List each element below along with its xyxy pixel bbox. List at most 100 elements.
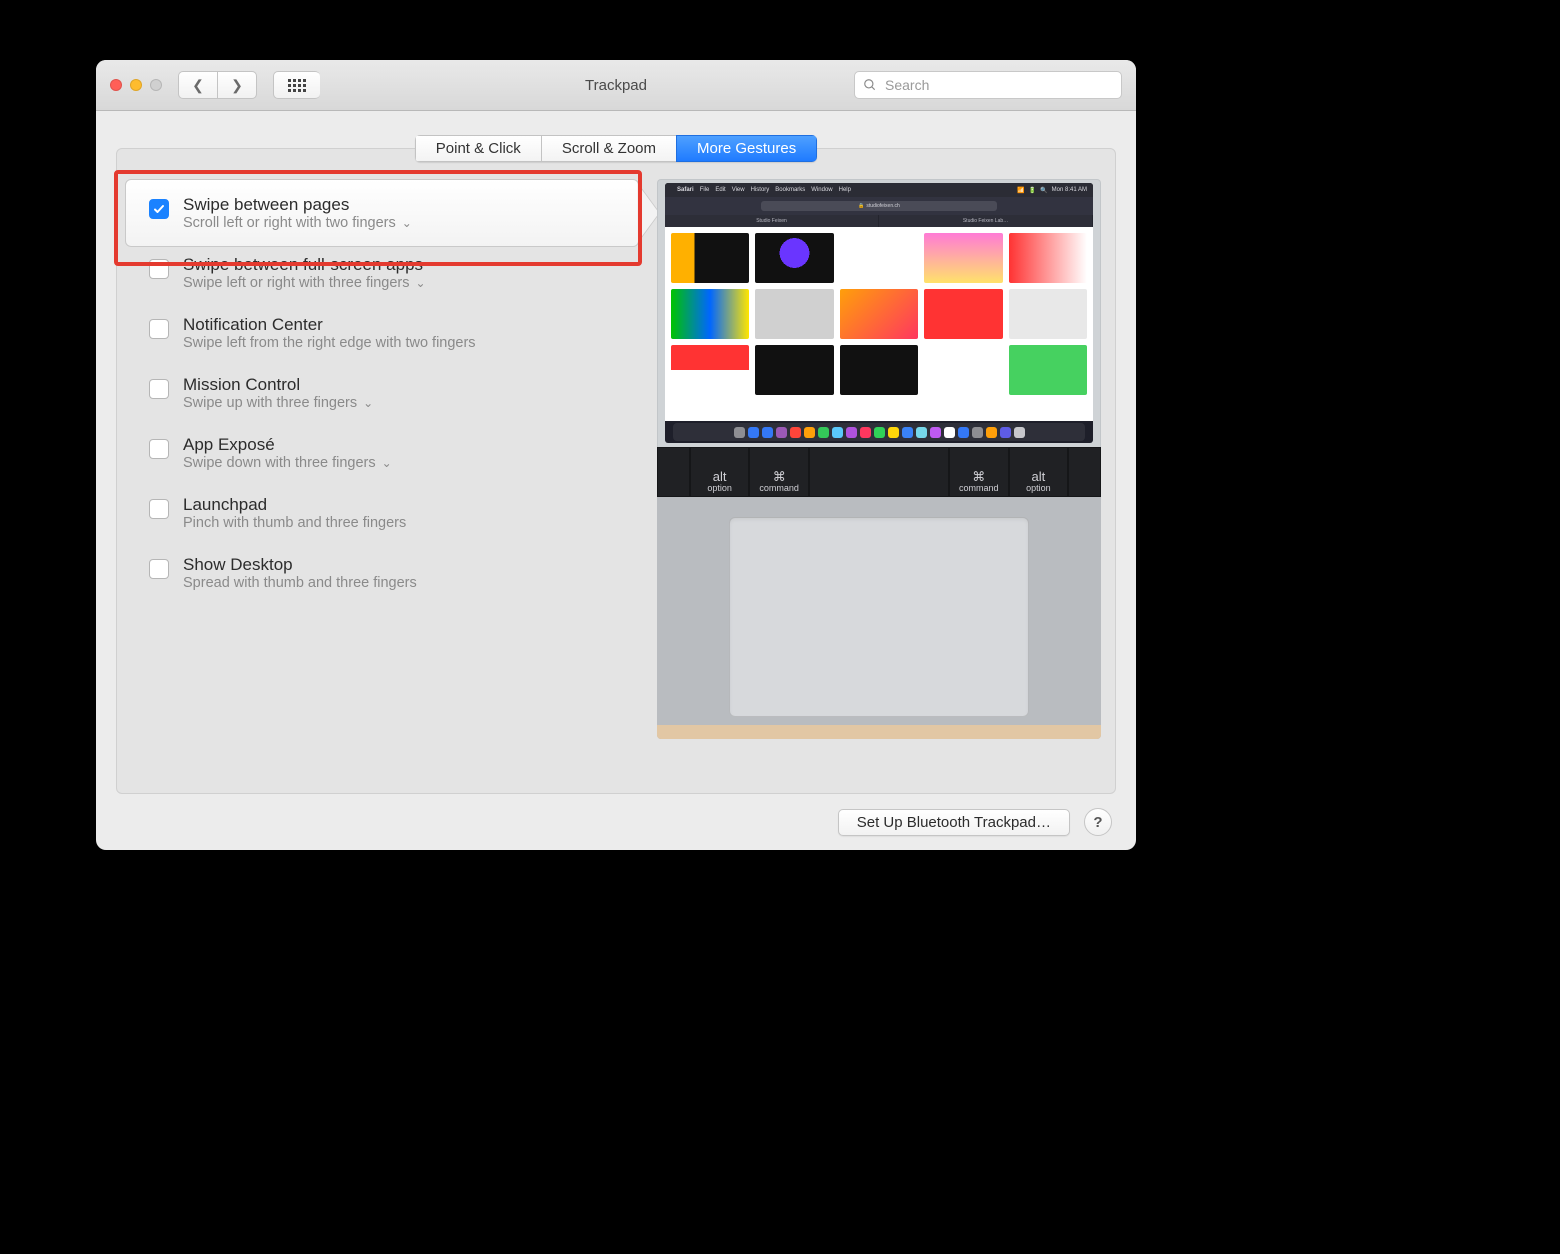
lock-icon: 🔒 [858,203,864,209]
preview-webpage [665,227,1093,421]
gesture-text-mission-control: Mission ControlSwipe up with three finge… [183,375,373,411]
preview-thumbnail [924,233,1002,283]
gesture-checkbox-notification-center[interactable] [149,319,169,339]
tab-scroll-zoom[interactable]: Scroll & Zoom [541,135,676,162]
preview-dock-icon [804,427,815,438]
preview-thumbnail [840,233,918,283]
gesture-subtitle-label: Swipe left from the right edge with two … [183,335,476,351]
prefs-window: ❮ ❯ Trackpad [96,60,1136,850]
preview-key-symbol: ⌘ [773,470,786,483]
content-panel: Point & ClickScroll & ZoomMore Gestures … [116,148,1116,794]
preview-status-icon: 🔋 [1029,187,1036,194]
preview-dock-icon [972,427,983,438]
show-all-button[interactable] [273,71,320,99]
chevron-down-icon: ⌄ [382,456,392,470]
minimize-button[interactable] [130,79,142,91]
tab-point-click[interactable]: Point & Click [415,135,541,162]
preview-thumbnail [924,345,1002,395]
setup-bluetooth-trackpad-button[interactable]: Set Up Bluetooth Trackpad… [838,809,1070,836]
gesture-checkbox-mission-control[interactable] [149,379,169,399]
gesture-row-mission-control[interactable]: Mission ControlSwipe up with three finge… [137,363,637,423]
gesture-checkbox-swipe-fullscreen[interactable] [149,259,169,279]
search-field[interactable] [854,71,1122,99]
gesture-checkbox-show-desktop[interactable] [149,559,169,579]
gesture-subtitle[interactable]: Swipe down with three fingers⌄ [183,455,392,471]
preview-thumbnail [1009,289,1087,339]
back-button[interactable]: ❮ [178,71,217,99]
preview-url-text: studiofeixen.ch [866,203,899,209]
preview-dock-icon [986,427,997,438]
preview-thumbnail [1009,233,1087,283]
preview-url-bar: 🔒 studiofeixen.ch [761,201,996,211]
chevron-down-icon: ⌄ [415,276,425,290]
gesture-title: Mission Control [183,375,373,395]
gesture-subtitle[interactable]: Swipe left or right with three fingers⌄ [183,275,426,291]
gesture-checkbox-swipe-pages[interactable] [149,199,169,219]
tab-more-gestures[interactable]: More Gestures [676,135,817,162]
preview-key-symbol: alt [713,470,727,483]
tab-bar: Point & ClickScroll & ZoomMore Gestures [117,135,1115,162]
preview-thumbnail [924,289,1002,339]
gesture-row-swipe-pages[interactable]: Swipe between pagesScroll left or right … [137,183,637,243]
preview-key-label: command [759,483,799,493]
grid-icon [288,79,306,92]
search-input[interactable] [883,76,1113,94]
gesture-list: Swipe between pagesScroll left or right … [117,179,637,783]
gesture-row-show-desktop[interactable]: Show DesktopSpread with thumb and three … [137,543,637,603]
preview-dock-icon [832,427,843,438]
preview-dock-icon [762,427,773,438]
preview-dock-icon [888,427,899,438]
gesture-title: Launchpad [183,495,406,515]
preview-dock-icon [734,427,745,438]
gesture-row-launchpad[interactable]: LaunchpadPinch with thumb and three fing… [137,483,637,543]
preview-dock-icon [902,427,913,438]
preview-thumbnail [671,233,749,283]
gesture-text-notification-center: Notification CenterSwipe left from the r… [183,315,476,351]
preview-thumbnail [671,289,749,339]
preview-key-symbol: ⌘ [972,470,985,483]
gesture-checkbox-launchpad[interactable] [149,499,169,519]
preview-dock-icon [748,427,759,438]
preview-thumbnail [755,345,833,395]
preview-tab-right: Studio Feixen Lab… [879,215,1093,227]
preview-key-label: option [707,483,732,493]
preview-thumbnail [840,345,918,395]
gesture-title: Swipe between full-screen apps [183,255,426,275]
preview-key-symbol: alt [1032,470,1046,483]
preview-menu-item: History [751,187,770,193]
preview-dock-icon [846,427,857,438]
preview-dock-icon [874,427,885,438]
close-button[interactable] [110,79,122,91]
traffic-lights [96,79,162,91]
forward-button[interactable]: ❯ [217,71,257,99]
gesture-text-app-expose: App ExposéSwipe down with three fingers⌄ [183,435,392,471]
preview-thumbnail [671,345,749,395]
gesture-subtitle-label: Swipe up with three fingers [183,395,357,411]
gesture-text-swipe-pages: Swipe between pagesScroll left or right … [183,195,412,231]
preview-key: ⌘command [749,447,809,497]
preview-thumbnail [755,233,833,283]
preview-keyboard: altoption⌘command⌘commandaltoption [657,447,1101,497]
gesture-subtitle[interactable]: Swipe up with three fingers⌄ [183,395,373,411]
preview-palmrest [657,497,1101,739]
preview-clock: Mon 8:41 AM [1052,187,1087,193]
window-titlebar: ❮ ❯ Trackpad [96,60,1136,111]
search-icon [863,78,877,92]
preview-key: ⌘command [949,447,1009,497]
gesture-row-app-expose[interactable]: App ExposéSwipe down with three fingers⌄ [137,423,637,483]
preview-dock-icon [818,427,829,438]
gesture-text-show-desktop: Show DesktopSpread with thumb and three … [183,555,417,591]
gesture-subtitle[interactable]: Scroll left or right with two fingers⌄ [183,215,412,231]
preview-thumbnail [840,289,918,339]
zoom-button[interactable] [150,79,162,91]
help-button[interactable]: ? [1084,808,1112,836]
gesture-title: Show Desktop [183,555,417,575]
gesture-checkbox-app-expose[interactable] [149,439,169,459]
gesture-row-notification-center[interactable]: Notification CenterSwipe left from the r… [137,303,637,363]
preview-thumbnail [1009,345,1087,395]
preview-key-label: command [959,483,999,493]
gesture-subtitle: Swipe left from the right edge with two … [183,335,476,351]
gesture-row-swipe-fullscreen[interactable]: Swipe between full-screen appsSwipe left… [137,243,637,303]
gesture-preview: SafariFileEditViewHistoryBookmarksWindow… [657,179,1101,783]
preview-dock-icon [958,427,969,438]
